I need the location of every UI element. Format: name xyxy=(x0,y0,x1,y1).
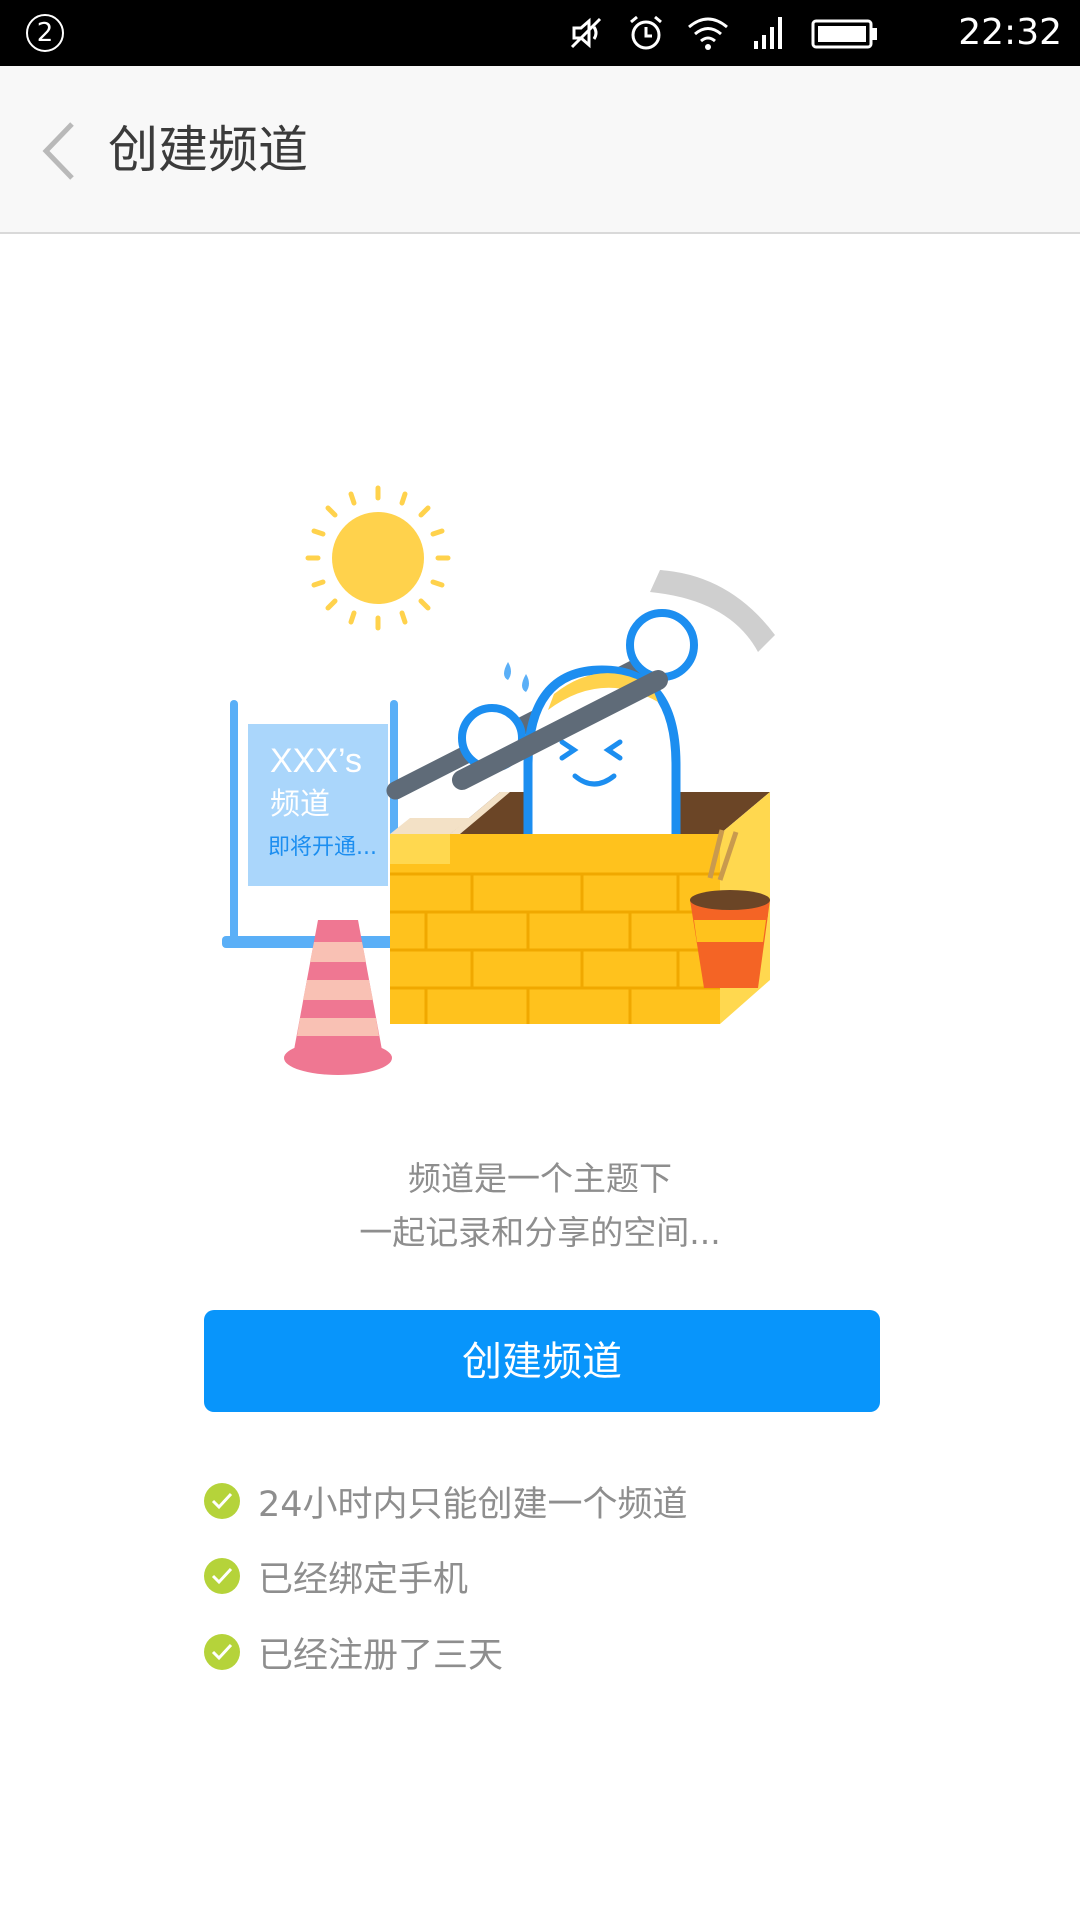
svg-text:XXX’s: XXX’s xyxy=(270,742,362,780)
create-channel-button[interactable]: 创建频道 xyxy=(204,1310,880,1412)
illustration-artwork: XXX’s 频道 即将开通... xyxy=(222,485,775,1075)
sun-icon xyxy=(305,485,451,631)
sign-board: XXX’s 频道 即将开通... xyxy=(222,700,408,948)
requirement-label: 已经注册了三天 xyxy=(258,1635,504,1676)
check-circle-icon xyxy=(204,1483,240,1519)
status-time: 22:32 xyxy=(958,12,1062,53)
back-button[interactable] xyxy=(36,116,86,186)
status-icons xyxy=(566,10,880,56)
wifi-icon xyxy=(688,17,728,50)
mute-icon xyxy=(570,17,602,49)
notification-count-badge: 2 xyxy=(26,14,64,52)
chevron-left-icon xyxy=(42,122,74,180)
page-title: 创建频道 xyxy=(108,121,308,179)
requirement-item: 24小时内只能创建一个频道 xyxy=(204,1479,688,1525)
check-circle-icon xyxy=(204,1634,240,1670)
requirement-item: 已经注册了三天 xyxy=(204,1630,503,1676)
header-bar: 创建频道 xyxy=(0,66,1080,234)
construction-illustration: XXX’s 频道 即将开通... xyxy=(210,480,850,1080)
check-circle-icon xyxy=(204,1558,240,1594)
requirement-label: 已经绑定手机 xyxy=(258,1559,469,1600)
description-line-2: 一起记录和分享的空间... xyxy=(359,1213,721,1252)
battery-icon xyxy=(811,19,877,49)
status-bar: 2 22:32 xyxy=(0,0,1080,66)
signal-icon xyxy=(754,17,782,49)
description-line-1: 频道是一个主题下 xyxy=(408,1159,672,1198)
requirement-item: 已经绑定手机 xyxy=(204,1554,468,1600)
svg-text:频道: 频道 xyxy=(270,787,330,822)
requirement-label: 24小时内只能创建一个频道 xyxy=(258,1484,688,1525)
alarm-icon xyxy=(630,15,662,50)
svg-text:即将开通...: 即将开通... xyxy=(268,835,377,860)
